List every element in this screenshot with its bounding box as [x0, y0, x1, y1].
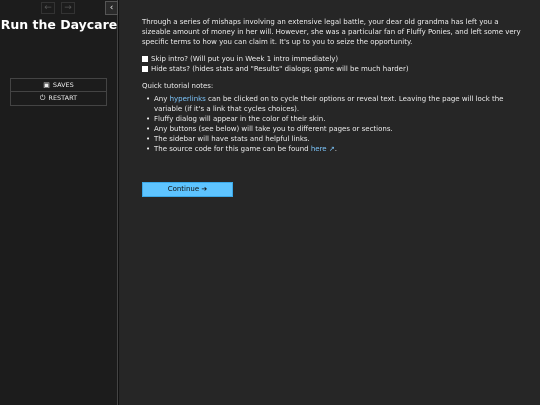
chevron-left-icon: ‹: [109, 3, 114, 13]
continue-label: Continue: [167, 185, 200, 193]
skip-intro-checkbox[interactable]: Skip intro? (Will put you in Week 1 intr…: [142, 54, 528, 64]
story-title: Run the Daycare: [0, 17, 118, 32]
sidebar-toggle-button[interactable]: ‹: [105, 1, 118, 15]
list-item: Any hyperlinks can be clicked on to cycl…: [142, 94, 528, 114]
list-item: The source code for this game can be fou…: [142, 144, 528, 154]
list-item: Fluffy dialog will appear in the color o…: [142, 114, 528, 124]
continue-button[interactable]: Continue ➔: [142, 182, 233, 197]
source-link-label: here: [310, 145, 327, 153]
passage: Through a series of mishaps involving an…: [119, 0, 540, 405]
tip1-text-end: can be clicked on to cycle their options…: [154, 95, 504, 113]
tips-list: Any hyperlinks can be clicked on to cycl…: [142, 94, 528, 154]
sidebar-menu: ▣ SAVES ⏻ RESTART: [10, 78, 107, 106]
hide-stats-label: Hide stats? (hides stats and "Results" d…: [151, 65, 409, 73]
power-icon: ⏻: [39, 94, 46, 102]
history-forward-button[interactable]: →: [61, 2, 75, 14]
list-item: Any buttons (see below) will take you to…: [142, 124, 528, 134]
tips-heading: Quick tutorial notes:: [142, 82, 214, 90]
tip5-text: The source code for this game can be fou…: [154, 145, 311, 153]
saves-label: SAVES: [52, 81, 74, 89]
hyperlinks-link[interactable]: hyperlinks: [170, 95, 206, 103]
arrow-left-icon: ←: [44, 3, 52, 13]
source-code-link[interactable]: here ↗: [311, 145, 335, 153]
tip1-text: Any: [154, 95, 170, 103]
save-icon: ▣: [43, 81, 50, 89]
list-item: The sidebar will have stats and helpful …: [142, 134, 528, 144]
checkbox-icon[interactable]: [142, 55, 148, 62]
arrow-right-circle-icon: ➔: [201, 185, 208, 193]
sidebar: ← → ‹ Run the Daycare ▣ SAVES ⏻ RESTART: [0, 0, 118, 405]
passage-content: Through a series of mishaps involving an…: [142, 17, 528, 154]
tip5-text-end: .: [334, 145, 337, 153]
intro-text: Through a series of mishaps involving an…: [142, 18, 521, 46]
options: Skip intro? (Will put you in Week 1 intr…: [142, 54, 528, 74]
hide-stats-checkbox[interactable]: Hide stats? (hides stats and "Results" d…: [142, 64, 528, 74]
restart-button[interactable]: ⏻ RESTART: [10, 92, 107, 106]
restart-label: RESTART: [48, 94, 78, 102]
history-controls: ← →: [41, 2, 75, 14]
checkbox-icon[interactable]: [142, 65, 148, 72]
skip-intro-label: Skip intro? (Will put you in Week 1 intr…: [151, 55, 339, 63]
arrow-right-icon: →: [64, 3, 72, 13]
history-back-button[interactable]: ←: [41, 2, 55, 14]
saves-button[interactable]: ▣ SAVES: [10, 78, 107, 92]
